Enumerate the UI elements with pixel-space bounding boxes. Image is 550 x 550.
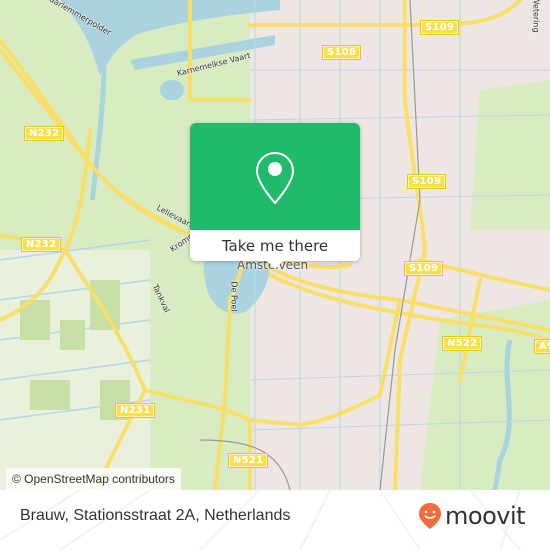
road-shield-n232: N232 — [21, 237, 62, 252]
popup-pointer — [267, 261, 283, 269]
map-attribution[interactable]: © OpenStreetMap contributors — [6, 468, 181, 490]
road-shield-a9: A9 — [534, 339, 550, 354]
footer: Brauw, Stationsstraat 2A, Netherlands mo… — [0, 490, 550, 550]
moovit-pin-icon — [419, 503, 441, 529]
take-me-there-button[interactable]: Take me there — [190, 230, 360, 261]
road-shield-s109: S109 — [404, 261, 444, 276]
road-shield-n231: N231 — [115, 403, 156, 418]
road-shield-s109: S109 — [420, 20, 460, 35]
street-label-wetering: Wetering — [531, 0, 541, 33]
map-pin-icon — [255, 151, 295, 205]
map[interactable]: N232 N232 S108 S109 S109 S109 N522 A9 N2… — [0, 0, 550, 490]
moovit-logo[interactable]: moovit — [418, 502, 526, 530]
destination-popup: Take me there — [190, 123, 360, 269]
road-shield-n521: N521 — [228, 453, 269, 468]
road-shield-n522: N522 — [442, 336, 483, 351]
street-label-de-poel: De Poel — [229, 281, 239, 312]
popup-header — [190, 123, 360, 230]
address-text: Brauw, Stationsstraat 2A, Netherlands — [20, 507, 291, 524]
road-shield-n232: N232 — [24, 126, 65, 141]
road-shield-s109: S109 — [407, 174, 447, 189]
brand-name: moovit — [445, 502, 526, 530]
road-shield-s108: S108 — [322, 45, 362, 60]
